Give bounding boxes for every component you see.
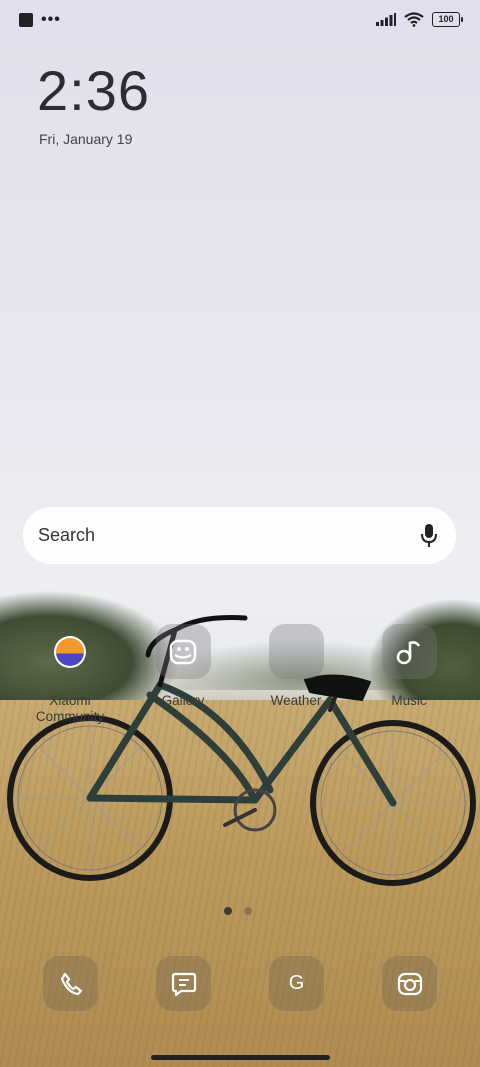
dock-google[interactable]: G bbox=[269, 956, 324, 1011]
app-label: Weather bbox=[270, 693, 322, 708]
messages-icon bbox=[171, 972, 196, 996]
app-label: Music bbox=[391, 693, 427, 708]
dock-phone[interactable] bbox=[43, 956, 98, 1011]
dock-camera[interactable] bbox=[382, 956, 437, 1011]
app-gallery[interactable]: Gallery bbox=[133, 624, 233, 709]
page-dot[interactable] bbox=[244, 907, 252, 915]
wifi-icon bbox=[404, 12, 424, 27]
page-indicator bbox=[224, 907, 252, 915]
app-music[interactable]: Music bbox=[359, 624, 459, 709]
notification-square-icon bbox=[19, 13, 33, 27]
signal-icon bbox=[376, 13, 396, 26]
app-label: Xiaomi Community bbox=[35, 693, 105, 724]
phone-icon bbox=[60, 972, 82, 995]
mic-icon[interactable] bbox=[420, 523, 438, 549]
page-dot-active[interactable] bbox=[224, 907, 232, 915]
more-dots-icon: ••• bbox=[41, 11, 61, 28]
clock-time[interactable]: 2:36 bbox=[37, 58, 150, 123]
gallery-icon bbox=[155, 624, 211, 679]
weather-icon bbox=[268, 624, 324, 679]
home-gesture-bar[interactable] bbox=[151, 1055, 330, 1060]
search-label: Search bbox=[38, 525, 96, 545]
app-label: Gallery bbox=[161, 693, 205, 708]
search-bar[interactable]: Search bbox=[23, 507, 456, 564]
app-xiaomi-community[interactable]: Xiaomi Community bbox=[20, 624, 120, 725]
clock-date[interactable]: Fri, January 19 bbox=[39, 131, 132, 147]
xiaomi-community-icon bbox=[43, 624, 98, 679]
app-weather[interactable]: Weather bbox=[246, 624, 346, 709]
camera-icon bbox=[397, 972, 422, 995]
google-icon: G bbox=[288, 972, 305, 994]
battery-level: 100 bbox=[438, 14, 454, 24]
music-icon bbox=[381, 624, 437, 679]
dock-messages[interactable] bbox=[156, 956, 211, 1011]
status-bar: ••• 100 bbox=[0, 0, 480, 42]
battery-icon: 100 bbox=[432, 12, 463, 27]
